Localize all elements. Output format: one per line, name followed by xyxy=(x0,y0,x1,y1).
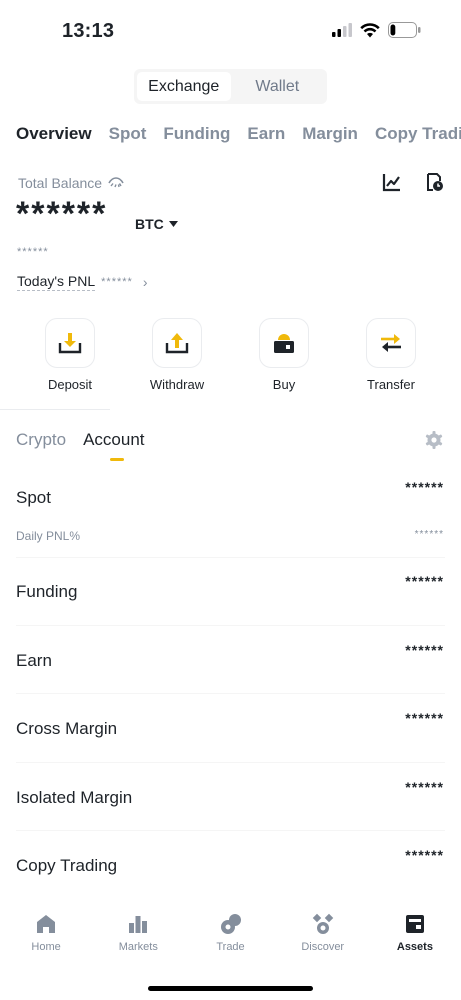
active-tab-indicator xyxy=(110,458,124,461)
pnl-value: ****** xyxy=(101,276,133,288)
signal-icon xyxy=(332,23,352,37)
todays-pnl[interactable]: Today's PNL ****** › xyxy=(17,273,148,291)
withdraw-button[interactable]: Withdraw xyxy=(137,318,217,392)
wifi-icon xyxy=(360,22,380,37)
account-cross-margin-value: ****** xyxy=(405,710,444,726)
trade-icon xyxy=(220,914,241,934)
total-balance-value: ****** xyxy=(16,195,108,233)
history-icon[interactable] xyxy=(424,172,444,192)
deposit-icon-box xyxy=(45,318,95,368)
assets-icon xyxy=(405,915,424,933)
account-isolated-margin-value: ****** xyxy=(405,779,444,795)
total-balance-text: Total Balance xyxy=(18,175,103,191)
markets-icon xyxy=(129,916,148,933)
coin-label: BTC xyxy=(135,216,164,232)
tab-crypto[interactable]: Crypto xyxy=(16,430,66,450)
coin-selector[interactable]: BTC xyxy=(135,216,178,232)
account-funding[interactable]: Funding xyxy=(16,582,77,602)
buy-label: Buy xyxy=(272,377,296,392)
withdraw-icon xyxy=(165,333,189,354)
tab-funding[interactable]: Funding xyxy=(163,124,230,144)
deposit-label: Deposit xyxy=(47,377,93,392)
buy-icon-box xyxy=(259,318,309,368)
nav-markets-label: Markets xyxy=(118,941,158,953)
nav-trade[interactable]: Trade xyxy=(184,913,276,975)
account-spot-pnl-value: ****** xyxy=(414,529,444,540)
row-divider xyxy=(16,693,445,694)
nav-home[interactable]: Home xyxy=(0,913,92,975)
tab-spot[interactable]: Spot xyxy=(109,124,147,144)
transfer-label: Transfer xyxy=(367,377,415,392)
status-time: 13:13 xyxy=(62,20,115,42)
tab-account[interactable]: Account xyxy=(83,430,144,450)
discover-icon xyxy=(312,913,333,934)
transfer-icon xyxy=(381,334,401,352)
exchange-wallet-switch: Exchange Wallet xyxy=(134,69,327,104)
account-funding-value: ****** xyxy=(405,573,444,589)
row-divider xyxy=(16,830,445,831)
nav-assets[interactable]: Assets xyxy=(369,913,461,975)
fiat-value: ****** xyxy=(17,246,49,258)
bottom-nav: Home Markets Trade Discover Assets xyxy=(0,913,461,975)
total-balance-label: Total Balance xyxy=(18,175,124,191)
nav-discover[interactable]: Discover xyxy=(277,913,369,975)
buy-wallet-icon xyxy=(274,334,294,353)
segment-wallet[interactable]: Wallet xyxy=(231,72,325,101)
home-indicator xyxy=(148,986,313,991)
withdraw-icon-box xyxy=(152,318,202,368)
caret-down-icon xyxy=(168,221,178,227)
withdraw-label: Withdraw xyxy=(149,377,205,392)
tab-margin[interactable]: Margin xyxy=(302,124,358,144)
tab-earn[interactable]: Earn xyxy=(247,124,285,144)
section-divider xyxy=(0,409,110,410)
home-icon xyxy=(37,915,56,933)
status-icons xyxy=(332,22,421,38)
pnl-label: Today's PNL xyxy=(17,273,96,291)
transfer-button[interactable]: Transfer xyxy=(351,318,431,392)
account-copy-trading-value: ****** xyxy=(405,847,444,863)
chart-icon[interactable] xyxy=(382,172,402,192)
settings-gear-icon[interactable] xyxy=(425,431,443,449)
nav-assets-label: Assets xyxy=(396,941,433,953)
chevron-right-icon: › xyxy=(142,274,148,290)
account-cross-margin[interactable]: Cross Margin xyxy=(16,719,117,739)
account-spot-value: ****** xyxy=(405,479,444,495)
row-divider xyxy=(16,557,445,558)
row-divider xyxy=(16,625,445,626)
eye-hidden-icon[interactable] xyxy=(108,177,124,189)
row-divider xyxy=(16,762,445,763)
content-tabs: Crypto Account xyxy=(16,430,145,450)
asset-tabs: Overview Spot Funding Earn Margin Copy T… xyxy=(16,124,461,144)
tab-overview[interactable]: Overview xyxy=(16,124,92,144)
deposit-icon xyxy=(58,333,82,354)
deposit-button[interactable]: Deposit xyxy=(30,318,110,392)
account-isolated-margin[interactable]: Isolated Margin xyxy=(16,788,132,808)
account-earn[interactable]: Earn xyxy=(16,651,52,671)
battery-icon xyxy=(388,22,421,38)
nav-home-label: Home xyxy=(31,941,61,953)
tab-copy-trading[interactable]: Copy Trading xyxy=(375,124,461,144)
segment-exchange[interactable]: Exchange xyxy=(137,72,231,101)
buy-button[interactable]: Buy xyxy=(244,318,324,392)
account-spot[interactable]: Spot xyxy=(16,488,51,508)
account-spot-pnl-label: Daily PNL% xyxy=(16,529,81,543)
nav-markets[interactable]: Markets xyxy=(92,913,184,975)
nav-discover-label: Discover xyxy=(301,941,345,953)
account-earn-value: ****** xyxy=(405,642,444,658)
nav-trade-label: Trade xyxy=(216,941,245,953)
status-bar: 13:13 xyxy=(0,0,461,62)
account-copy-trading[interactable]: Copy Trading xyxy=(16,856,117,876)
transfer-icon-box xyxy=(366,318,416,368)
